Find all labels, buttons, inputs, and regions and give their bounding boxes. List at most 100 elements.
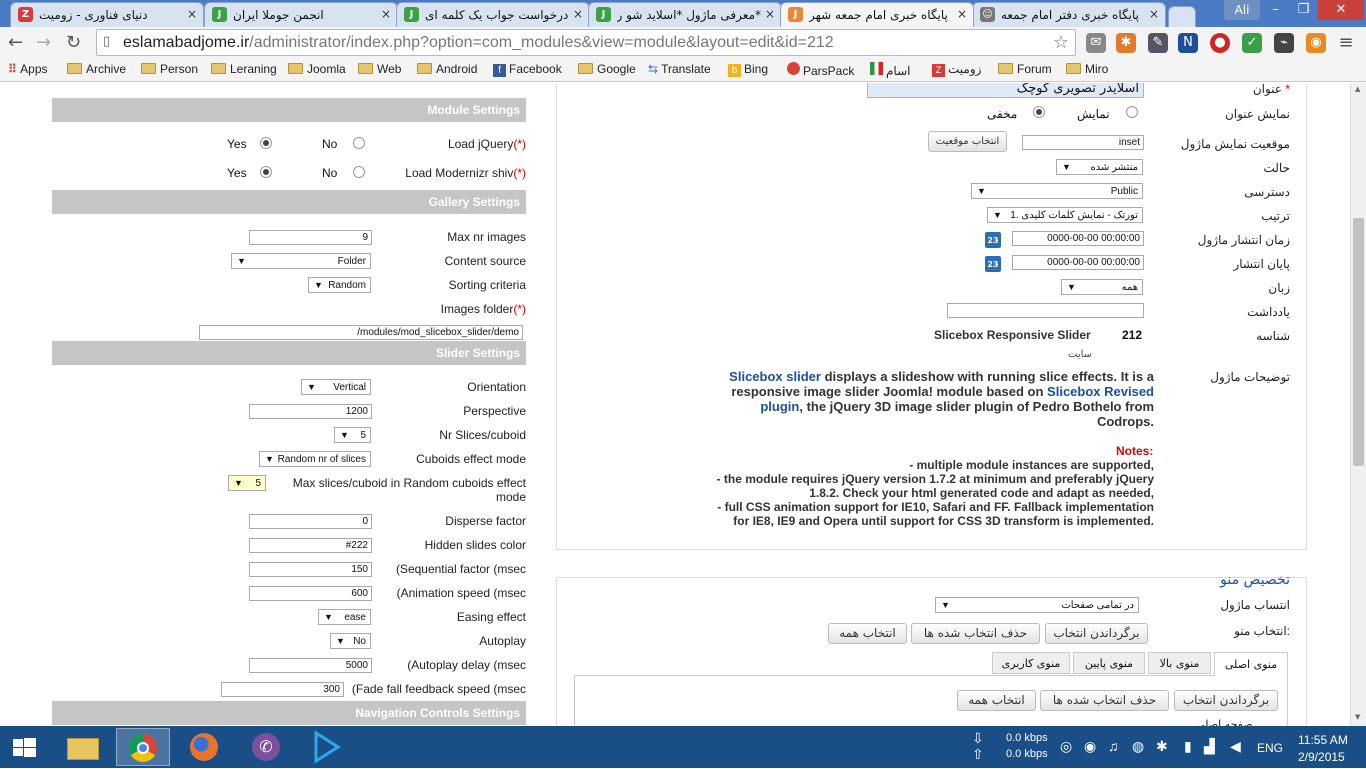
browser-tab[interactable]: J درخواست جواب یک کلمه ای ×: [396, 2, 590, 27]
bookmark-folder[interactable]: Leraning: [211, 62, 277, 76]
clear-selection-button[interactable]: حذف انتخاب شده ها: [911, 623, 1040, 644]
close-tab-icon[interactable]: ×: [187, 7, 197, 21]
finish-publish-input[interactable]: 0000-00-00 00:00:00: [1012, 255, 1144, 270]
notification-icon[interactable]: ♫: [1108, 738, 1119, 754]
profile-user-button[interactable]: Ali: [1224, 0, 1260, 20]
battery-icon[interactable]: ▮: [1184, 738, 1192, 755]
bookmark-link[interactable]: f Facebook: [493, 62, 562, 77]
bookmark-star-icon[interactable]: ☆: [1053, 32, 1069, 53]
browser-tab[interactable]: ☺ پایگاه خبری دفتر امام جمعه ×: [972, 2, 1166, 27]
tray-app-icon[interactable]: ◉: [1084, 738, 1096, 755]
tab-bottom-menu[interactable]: منوی پایین: [1073, 652, 1145, 674]
fade-fall-speed-input[interactable]: 300: [221, 682, 344, 697]
hidden-slides-color-input[interactable]: #222: [249, 538, 372, 553]
joomla-ext-icon[interactable]: ✱: [1116, 33, 1136, 53]
reload-icon[interactable]: ↻: [66, 32, 81, 53]
show-title-show-radio[interactable]: [1126, 106, 1138, 118]
address-bar[interactable]: ▯ eslamabadjome.ir/administrator/index.p…: [96, 29, 1076, 56]
clear-selection-button[interactable]: حذف انتخاب شده ها: [1040, 690, 1169, 711]
scroll-down-icon[interactable]: ▼: [1355, 713, 1360, 721]
tray-app-icon[interactable]: ◎: [1060, 738, 1072, 755]
close-tab-icon[interactable]: ×: [381, 7, 391, 21]
slicebox-revised-link[interactable]: Slicebox Revised: [1047, 384, 1154, 399]
chrome-taskbar-icon[interactable]: [116, 728, 170, 766]
forward-icon[interactable]: →: [36, 32, 51, 53]
browser-tab-active[interactable]: J پایگاه خبری امام جمعه شهر ×: [780, 2, 974, 27]
cuboids-effect-select[interactable]: ▼ Random nr of slices: [259, 451, 371, 467]
clock-date[interactable]: 2/9/2015: [1298, 750, 1345, 764]
scroll-up-icon[interactable]: ▲: [1355, 85, 1360, 93]
bookmark-folder[interactable]: Person: [141, 62, 198, 76]
vertical-scrollbar[interactable]: ▲ ▼: [1350, 83, 1366, 726]
load-jquery-yes-radio[interactable]: [260, 137, 272, 149]
close-tab-icon[interactable]: ×: [957, 7, 967, 21]
calendar-icon[interactable]: 23: [985, 256, 1001, 272]
load-jquery-no-radio[interactable]: [353, 137, 365, 149]
satellite-ext-icon[interactable]: ⌁: [1274, 33, 1294, 53]
back-icon[interactable]: ←: [8, 32, 23, 53]
bookmark-folder[interactable]: Miro: [1066, 62, 1108, 76]
max-slices-select[interactable]: ▼ 5: [228, 475, 266, 491]
toggle-selection-button[interactable]: برگرداندن انتخاب: [1174, 690, 1278, 711]
status-select[interactable]: ▼ منتشر شده: [1056, 159, 1143, 175]
close-tab-icon[interactable]: ×: [573, 7, 583, 21]
note-input[interactable]: [947, 303, 1144, 318]
animation-speed-input[interactable]: 600: [249, 586, 372, 601]
minimize-icon[interactable]: –: [1262, 0, 1289, 20]
autoplay-select[interactable]: ▼ No: [330, 633, 371, 649]
close-window-icon[interactable]: ✕: [1318, 0, 1364, 20]
tray-app-icon[interactable]: ✱: [1156, 738, 1168, 755]
tab-main-menu[interactable]: منوی اصلی: [1214, 652, 1288, 676]
wifi-signal-icon[interactable]: ▟: [1204, 738, 1215, 755]
bookmark-link[interactable]: ⇆ Translate: [648, 62, 711, 76]
close-tab-icon[interactable]: ×: [1149, 7, 1159, 21]
load-modernizr-no-radio[interactable]: [353, 166, 365, 178]
bookmark-folder[interactable]: Archive: [67, 62, 126, 76]
bookmark-link[interactable]: ParsPack: [787, 62, 854, 78]
close-tab-icon[interactable]: ×: [765, 7, 775, 21]
language-indicator[interactable]: ENG: [1257, 741, 1283, 755]
volume-icon[interactable]: ◀: [1230, 738, 1241, 755]
load-modernizr-yes-radio[interactable]: [260, 166, 272, 178]
language-select[interactable]: ▼ همه: [1061, 279, 1143, 295]
browser-tab[interactable]: J انجمن جوملا ایران ×: [204, 2, 398, 27]
tab-user-menu[interactable]: منوی کاربری: [992, 652, 1070, 674]
toggle-selection-button[interactable]: برگرداندن انتخاب: [1045, 623, 1148, 644]
slicebox-link[interactable]: Slicebox slider: [729, 369, 821, 384]
shield-ext-icon[interactable]: ✓: [1242, 33, 1262, 53]
access-select[interactable]: ▼ Public: [971, 183, 1143, 199]
orientation-select[interactable]: ▼ Vertical: [301, 379, 371, 395]
bookmark-folder[interactable]: Forum: [998, 62, 1052, 76]
start-publish-input[interactable]: 0000-00-00 00:00:00: [1012, 231, 1144, 246]
select-position-button[interactable]: انتخاب موقعیت: [928, 131, 1007, 152]
easing-effect-select[interactable]: ▼ ease: [318, 609, 371, 625]
disperse-factor-input[interactable]: 0: [249, 514, 372, 529]
position-input[interactable]: inset: [1022, 135, 1144, 150]
bookmark-folder[interactable]: Android: [417, 62, 477, 76]
sorting-criteria-select[interactable]: ▼ Random: [308, 277, 371, 293]
media-player-taskbar-icon[interactable]: [300, 728, 354, 766]
menu-icon[interactable]: ≡: [1336, 33, 1356, 53]
scrollbar-thumb[interactable]: [1353, 218, 1364, 466]
restore-icon[interactable]: ❐: [1290, 0, 1317, 20]
bookmark-link[interactable]: Z زومیت: [932, 62, 981, 77]
module-assignment-select[interactable]: ▼ در تمامی صفحات: [935, 597, 1139, 613]
rss-ext-icon[interactable]: ◉: [1306, 33, 1326, 53]
bookmark-folder[interactable]: Joomla: [288, 62, 346, 76]
select-all-button[interactable]: انتخاب همه: [957, 690, 1036, 711]
title-input[interactable]: اسلایدر تصویری کوچک: [867, 83, 1144, 98]
firefox-taskbar-icon[interactable]: [178, 728, 232, 766]
bookmark-link[interactable]: b Bing: [728, 62, 768, 77]
show-title-hide-radio[interactable]: [1033, 106, 1045, 118]
bookmark-folder[interactable]: Google: [578, 62, 636, 76]
start-button[interactable]: [0, 728, 50, 766]
bookmark-folder[interactable]: Web: [358, 62, 401, 76]
browser-tab[interactable]: Z دنیای فناوری - زومیت ×: [10, 2, 204, 27]
viber-taskbar-icon[interactable]: ✆: [240, 728, 294, 766]
n-ext-icon[interactable]: N: [1178, 33, 1198, 53]
plugin-link[interactable]: plugin: [760, 399, 799, 414]
file-explorer-icon[interactable]: [56, 728, 110, 766]
bookmark-apps[interactable]: ⠿ Apps: [8, 62, 48, 76]
gmail-ext-icon[interactable]: ✉: [1086, 33, 1106, 53]
eyedropper-ext-icon[interactable]: ✎: [1148, 33, 1168, 53]
